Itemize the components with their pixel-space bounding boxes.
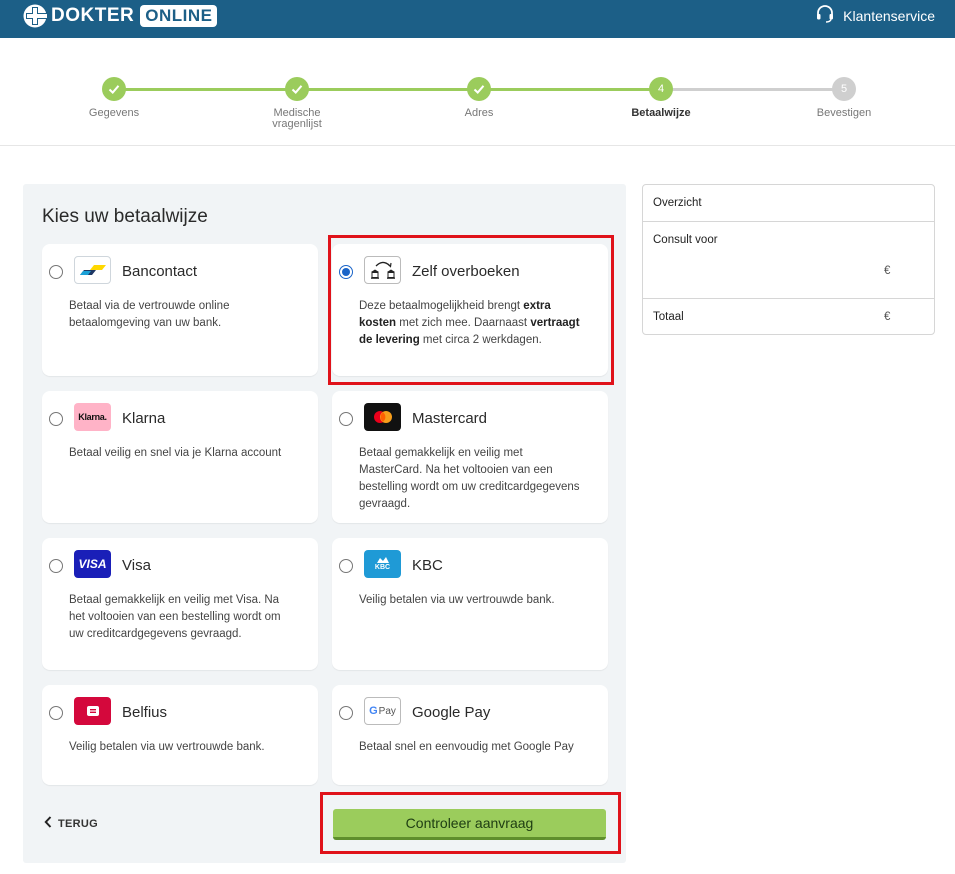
radio-mastercard[interactable]	[339, 412, 353, 426]
radio-klarna[interactable]	[49, 412, 63, 426]
logo-text-dokter: DOKTER	[51, 5, 135, 26]
kbc-logo-icon: KBC	[364, 550, 401, 578]
summary-total-row: Totaal €	[643, 299, 934, 335]
order-summary: Overzicht Consult voor € Totaal €	[642, 184, 935, 335]
radio-belfius[interactable]	[49, 706, 63, 720]
klarna-logo-text: Klarna.	[78, 412, 107, 422]
step-label: Betaalwijze	[631, 107, 691, 119]
chevron-left-icon	[44, 816, 52, 831]
total-price: €	[884, 311, 891, 323]
payment-option-bancontact[interactable]: Bancontact Betaal via de vertrouwde onli…	[42, 244, 318, 376]
visa-logo-text: VISA	[78, 557, 107, 571]
radio-google-pay[interactable]	[339, 706, 353, 720]
google-g-icon: G	[369, 705, 378, 717]
step-label: Gegevens	[88, 107, 140, 119]
payment-description: Betaal gemakkelijk en veilig met MasterC…	[359, 447, 580, 510]
radio-bancontact[interactable]	[49, 265, 63, 279]
step-number: 4	[649, 77, 673, 101]
check-icon	[102, 77, 126, 101]
consult-label: Consult voor	[653, 234, 718, 246]
payment-description: Betaal via de vertrouwde online betaalom…	[69, 300, 230, 329]
payment-description: Veilig betalen via uw vertrouwde bank.	[359, 594, 555, 606]
payment-name: Visa	[122, 557, 151, 574]
payment-option-google-pay[interactable]: G Pay Google Pay Betaal snel en eenvoudi…	[332, 685, 608, 785]
payment-name: Klarna	[122, 410, 166, 427]
stepper-line-done	[114, 88, 661, 91]
plus-cross-icon	[22, 4, 50, 28]
radio-kbc[interactable]	[339, 559, 353, 573]
headset-icon	[815, 4, 835, 27]
check-icon	[467, 77, 491, 101]
mastercard-logo-icon	[364, 403, 401, 431]
payment-name: Belfius	[122, 704, 168, 721]
step-betaalwijze: 4 Betaalwijze	[591, 77, 731, 119]
klarna-logo-icon: Klarna.	[74, 403, 111, 431]
step-medische-vragenlijst[interactable]: Medische vragenlijst	[227, 77, 367, 130]
payment-option-klarna[interactable]: Klarna. Klarna Betaal veilig en snel via…	[42, 391, 318, 523]
step-number: 5	[832, 77, 856, 101]
payment-description: Veilig betalen via uw vertrouwde bank.	[69, 741, 265, 753]
summary-consult-row: Consult voor €	[643, 222, 934, 299]
google-pay-logo-icon: G Pay	[364, 697, 401, 725]
step-gegevens[interactable]: Gegevens	[44, 77, 184, 119]
payment-option-visa[interactable]: VISA Visa Betaal gemakkelijk en veilig m…	[42, 538, 318, 670]
step-bevestigen: 5 Bevestigen	[774, 77, 914, 119]
consult-price: €	[884, 265, 891, 277]
payment-description: Betaal snel en eenvoudig met Google Pay	[359, 741, 574, 753]
logo-text-online: ONLINE	[140, 5, 218, 27]
page-title: Kies uw betaalwijze	[42, 206, 208, 227]
customer-service-label: Klantenservice	[843, 7, 935, 24]
highlight-box-selected-option	[328, 235, 614, 385]
back-label: TERUG	[58, 817, 98, 830]
summary-title: Overzicht	[653, 197, 702, 209]
step-label: Medische vragenlijst	[272, 107, 322, 130]
visa-logo-icon: VISA	[74, 550, 111, 578]
top-header: DOKTER ONLINE Klantenservice	[0, 0, 955, 38]
kbc-logo-text: KBC	[374, 564, 391, 571]
step-label: Bevestigen	[816, 107, 872, 119]
total-label: Totaal	[653, 311, 684, 323]
payment-description: Betaal gemakkelijk en veilig met Visa. N…	[69, 594, 281, 640]
payment-name: Bancontact	[122, 263, 198, 280]
radio-visa[interactable]	[49, 559, 63, 573]
back-button[interactable]: TERUG	[44, 816, 98, 831]
payment-option-belfius[interactable]: Belfius Veilig betalen via uw vertrouwde…	[42, 685, 318, 785]
payment-name: Mastercard	[412, 410, 488, 427]
payment-name: KBC	[412, 557, 443, 574]
google-pay-logo-text: Pay	[378, 705, 396, 717]
belfius-logo-icon	[74, 697, 111, 725]
bancontact-logo-icon	[74, 256, 111, 284]
step-adres[interactable]: Adres	[409, 77, 549, 119]
dokter-online-logo[interactable]: DOKTER ONLINE	[22, 4, 218, 28]
checkout-stepper: Gegevens Medische vragenlijst Adres 4 Be…	[0, 38, 955, 146]
payment-name: Google Pay	[412, 704, 491, 721]
customer-service-link[interactable]: Klantenservice	[815, 4, 935, 27]
payment-description: Betaal veilig en snel via je Klarna acco…	[69, 447, 282, 459]
payment-option-kbc[interactable]: KBC KBC Veilig betalen via uw vertrouwde…	[332, 538, 608, 670]
payment-option-mastercard[interactable]: Mastercard Betaal gemakkelijk en veilig …	[332, 391, 608, 523]
highlight-box-submit	[320, 792, 621, 854]
summary-header-row: Overzicht	[643, 185, 934, 222]
step-label: Adres	[464, 107, 494, 119]
check-icon	[285, 77, 309, 101]
